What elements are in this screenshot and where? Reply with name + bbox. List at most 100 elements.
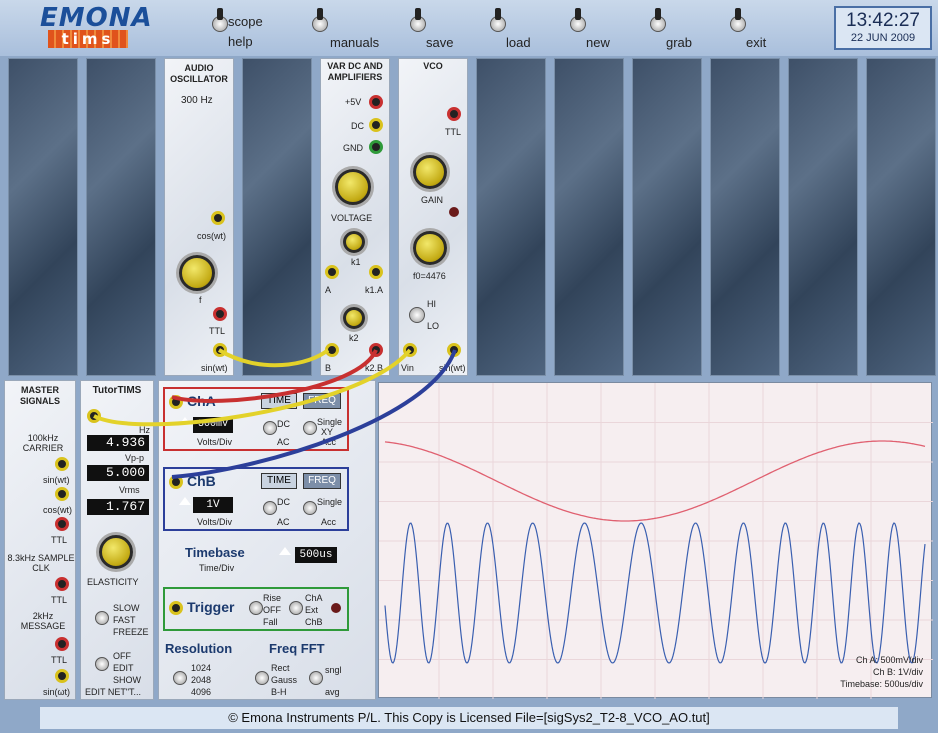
empty-slot[interactable]: [86, 58, 156, 376]
trigger-input-socket[interactable]: [169, 601, 183, 615]
scope-chb-info: Ch B: 1V/div: [872, 667, 923, 677]
toggle-switch-icon: [650, 8, 666, 32]
sin-socket[interactable]: [447, 343, 461, 357]
empty-slot[interactable]: [710, 58, 780, 376]
var-dc-amplifiers-module: VAR DC AND AMPLIFIERS +5V DC GND VOLTAGE…: [320, 58, 390, 376]
edit-net-label: EDIT NET"T...: [85, 687, 142, 697]
trigger-led: [331, 603, 341, 613]
fft-window-toggle[interactable]: [255, 671, 269, 685]
fft-label: Freq FFT: [269, 641, 325, 656]
sample-clk-socket[interactable]: [55, 577, 69, 591]
cha-mode-toggle[interactable]: [303, 421, 317, 435]
empty-slot[interactable]: [866, 58, 936, 376]
edit-toggle[interactable]: [95, 657, 109, 671]
status-footer: © Emona Instruments P/L. This Copy is Li…: [40, 707, 898, 729]
vco-module: VCO TTL GAIN f0=4476 HI LO Vin sin(wt): [398, 58, 468, 376]
vrms-readout: 1.767: [87, 499, 149, 515]
toggle-switch-icon: [730, 8, 746, 32]
carrier-ttl-socket[interactable]: [55, 517, 69, 531]
cha-coupling-toggle[interactable]: [263, 421, 277, 435]
vin-socket[interactable]: [403, 343, 417, 357]
tutortims-input-socket[interactable]: [87, 409, 101, 423]
chb-up-arrow-icon[interactable]: [179, 497, 191, 505]
frequency-readout: 300 Hz: [181, 95, 213, 106]
scope-cha-info: Ch A: 500mV/div: [855, 655, 923, 665]
resolution-toggle[interactable]: [173, 671, 187, 685]
f0-knob[interactable]: [413, 231, 447, 265]
k1-knob[interactable]: [343, 231, 365, 253]
dc-socket[interactable]: [369, 118, 383, 132]
cha-time-button[interactable]: TIME: [261, 393, 297, 409]
speed-toggle[interactable]: [95, 611, 109, 625]
toggle-switch-icon: [312, 8, 328, 32]
elasticity-knob[interactable]: [99, 535, 133, 569]
exit-toggle[interactable]: exit: [730, 2, 800, 50]
trigger-source-toggle[interactable]: [289, 601, 303, 615]
chb-volts-readout[interactable]: 1V: [193, 497, 233, 513]
audio-oscillator-module: AUDIO OSCILLATOR 300 Hz cos(wt) f TTL si…: [164, 58, 234, 376]
scope-traces: [379, 383, 933, 699]
oscilloscope-display[interactable]: Ch A: 500mV/div Ch B: 1V/div Timebase: 5…: [378, 382, 933, 699]
clock-time: 13:42:27: [846, 10, 920, 31]
empty-slot[interactable]: [8, 58, 78, 376]
message-ttl-socket[interactable]: [55, 637, 69, 651]
empty-slot[interactable]: [242, 58, 312, 376]
cha-input-socket[interactable]: [169, 395, 183, 409]
trigger-controls: Trigger Rise OFF Fall ChA Ext ChB: [163, 587, 349, 631]
timebase-label: Timebase: [185, 545, 245, 560]
timebase-up-arrow-icon[interactable]: [279, 547, 291, 555]
a-socket[interactable]: [325, 265, 339, 279]
k1a-socket[interactable]: [369, 265, 383, 279]
chb-mode-toggle[interactable]: [303, 501, 317, 515]
empty-slot[interactable]: [632, 58, 702, 376]
cha-volts-readout[interactable]: 500mV: [193, 417, 233, 433]
carrier-sin-socket[interactable]: [55, 457, 69, 471]
empty-slot[interactable]: [788, 58, 858, 376]
load-toggle[interactable]: load: [490, 2, 560, 50]
chb-freq-button[interactable]: FREQ: [303, 473, 341, 489]
indicator-led: [449, 207, 459, 217]
timebase-readout[interactable]: 500us: [295, 547, 337, 563]
empty-slot[interactable]: [476, 58, 546, 376]
tims-logo: tims: [48, 30, 128, 48]
toggle-switch-icon: [212, 8, 228, 32]
plus5v-socket[interactable]: [369, 95, 383, 109]
module-title: AUDIO OSCILLATOR: [170, 63, 228, 84]
chb-time-button[interactable]: TIME: [261, 473, 297, 489]
trigger-edge-toggle[interactable]: [249, 601, 263, 615]
scope-help-toggle[interactable]: scope help: [212, 2, 282, 49]
b-socket[interactable]: [325, 343, 339, 357]
k2-knob[interactable]: [343, 307, 365, 329]
manuals-toggle[interactable]: manuals: [312, 2, 382, 50]
grab-toggle[interactable]: grab: [650, 2, 720, 50]
voltage-knob[interactable]: [335, 169, 371, 205]
message-sin-socket[interactable]: [55, 669, 69, 683]
save-toggle[interactable]: save: [410, 2, 480, 50]
frequency-knob[interactable]: [179, 255, 215, 291]
chb-input-socket[interactable]: [169, 475, 183, 489]
clock-date: 22 JUN 2009: [850, 32, 916, 44]
cha-freq-button[interactable]: FREQ: [303, 393, 341, 409]
module-title: VCO: [423, 61, 443, 71]
tutortims-panel: TutorTIMS Hz 4.936 Vp-p 5.000 Vrms 1.767…: [80, 380, 154, 700]
gnd-socket[interactable]: [369, 140, 383, 154]
new-toggle[interactable]: new: [570, 2, 640, 50]
empty-slot[interactable]: [554, 58, 624, 376]
k2b-socket[interactable]: [369, 343, 383, 357]
master-signals-panel: MASTER SIGNALS 100kHz CARRIER sin(wt) co…: [4, 380, 76, 700]
fft-mode-toggle[interactable]: [309, 671, 323, 685]
carrier-cos-socket[interactable]: [55, 487, 69, 501]
ttl-socket[interactable]: [447, 107, 461, 121]
resolution-label: Resolution: [165, 641, 233, 656]
hi-lo-toggle[interactable]: [409, 307, 425, 323]
cos-socket[interactable]: [211, 211, 225, 225]
chb-coupling-toggle[interactable]: [263, 501, 277, 515]
sin-socket[interactable]: [213, 343, 227, 357]
cha-up-arrow-icon[interactable]: [179, 417, 191, 425]
toggle-switch-icon: [570, 8, 586, 32]
gain-knob[interactable]: [413, 155, 447, 189]
scope-controls-panel: ChA TIME FREQ 500mV Volts/Div DC AC Sing…: [158, 380, 376, 700]
chb-controls: ChB TIME FREQ 1V Volts/Div DC AC Single …: [163, 467, 349, 531]
cha-controls: ChA TIME FREQ 500mV Volts/Div DC AC Sing…: [163, 387, 349, 451]
ttl-socket[interactable]: [213, 307, 227, 321]
